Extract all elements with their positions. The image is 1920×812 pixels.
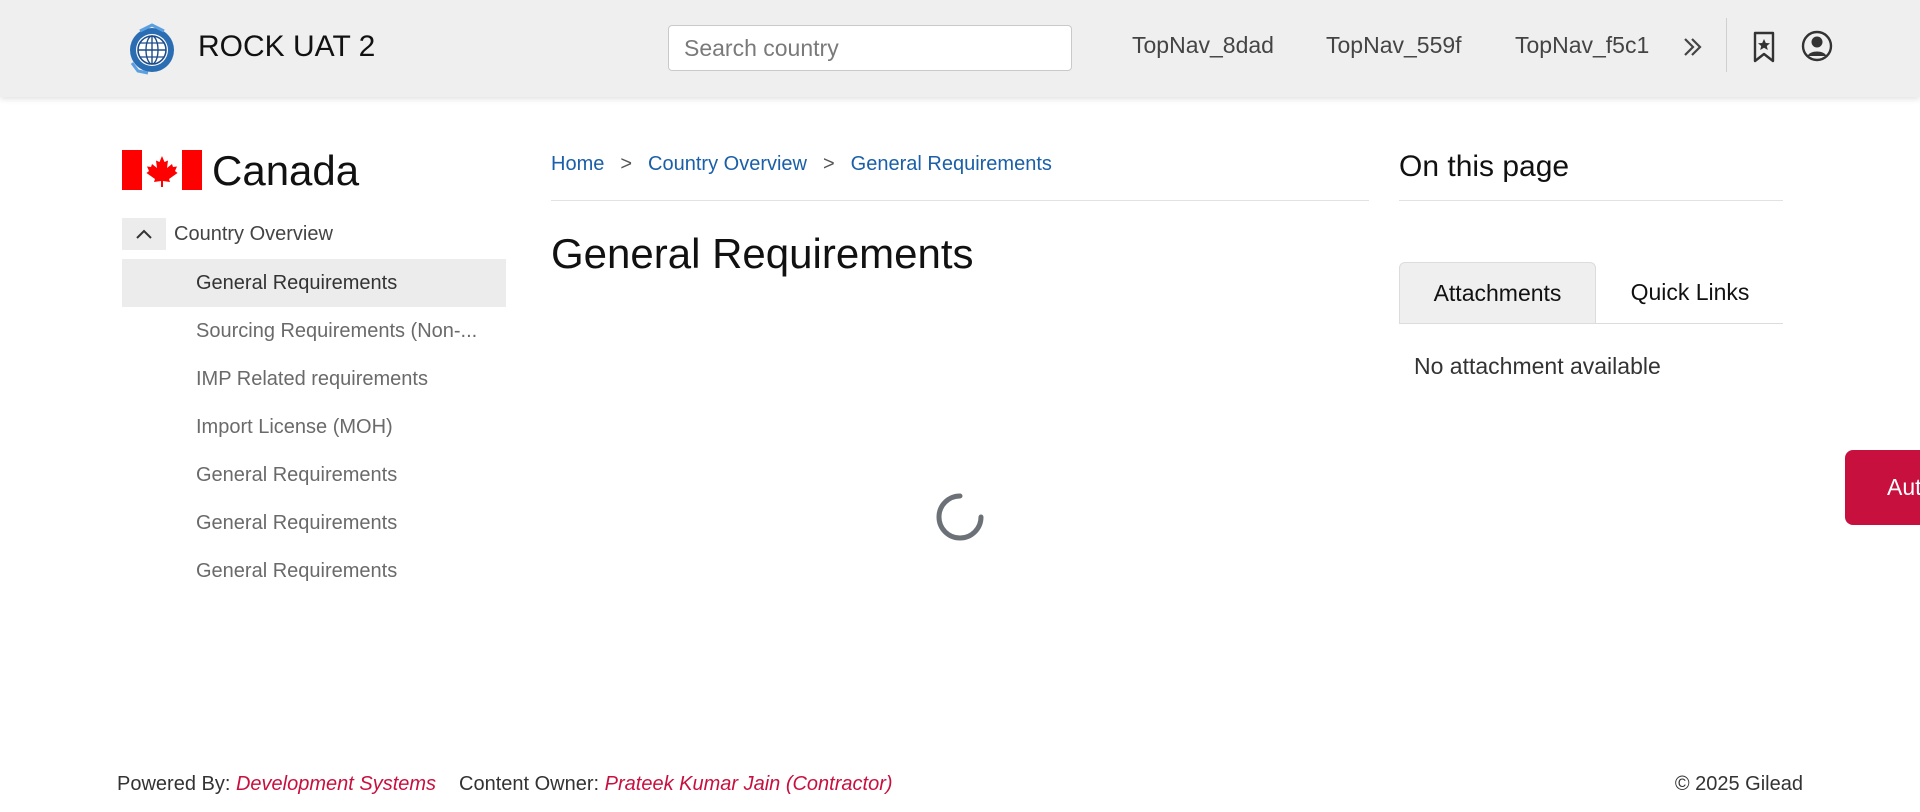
collapse-section-button[interactable] [122, 218, 166, 250]
on-this-page-title: On this page [1399, 150, 1570, 183]
canada-flag-icon [122, 150, 202, 190]
double-chevron-right-icon[interactable] [1681, 31, 1705, 63]
empty-attachments-message: No attachment available [1414, 353, 1661, 379]
loading-spinner-icon [936, 493, 984, 541]
user-profile-icon[interactable] [1801, 30, 1833, 62]
top-navigation-bar: ROCK UAT 2 TopNav_8dad TopNav_559f TopNa… [0, 0, 1920, 97]
tab-attachments[interactable]: Attachments [1399, 262, 1596, 324]
nav-divider [1726, 18, 1727, 72]
sidebar-item-general-requirements[interactable]: General Requirements [122, 259, 506, 307]
sidebar-section-country-overview[interactable]: Country Overview [174, 223, 333, 246]
footer-content-owner: Content Owner: Prateek Kumar Jain (Contr… [459, 773, 893, 796]
page-title: General Requirements [551, 230, 974, 277]
floating-side-tab[interactable]: Aut [1845, 450, 1920, 525]
globe-logo-icon[interactable] [126, 23, 178, 75]
copyright-text: © 2025 Gilead [1674, 773, 1803, 795]
sidebar-item-sourcing-requirements[interactable]: Sourcing Requirements (Non-... [122, 307, 506, 355]
topnav-item-f5c1[interactable]: TopNav_f5c1 [1515, 32, 1649, 59]
footer-powered-by: Powered By: Development Systems [117, 773, 436, 796]
tab-quick-links[interactable]: Quick Links [1600, 262, 1780, 324]
breadcrumb-separator: > [822, 153, 835, 175]
country-title: Canada [212, 147, 360, 194]
powered-by-link[interactable]: Development Systems [236, 773, 436, 795]
sidebar-item-general-requirements-3[interactable]: General Requirements [122, 499, 506, 547]
chevron-up-icon [136, 229, 152, 239]
app-title: ROCK UAT 2 [198, 30, 376, 63]
divider [1399, 200, 1783, 201]
sidebar-item-import-license[interactable]: Import License (MOH) [122, 403, 506, 451]
topnav-item-8dad[interactable]: TopNav_8dad [1132, 32, 1274, 59]
sidebar-item-general-requirements-4[interactable]: General Requirements [122, 547, 506, 595]
country-search-input[interactable] [668, 25, 1072, 71]
breadcrumb-separator: > [620, 153, 633, 175]
content-owner-label: Content Owner: [459, 773, 600, 795]
breadcrumb-country-overview[interactable]: Country Overview [648, 153, 807, 175]
topnav-item-559f[interactable]: TopNav_559f [1326, 32, 1462, 59]
tab-divider [1399, 323, 1783, 324]
content-owner-link[interactable]: Prateek Kumar Jain (Contractor) [605, 773, 893, 795]
divider [551, 200, 1369, 201]
powered-by-label: Powered By: [117, 773, 231, 795]
sidebar-item-general-requirements-2[interactable]: General Requirements [122, 451, 506, 499]
breadcrumb: Home > Country Overview > General Requiremen… [551, 153, 1052, 176]
breadcrumb-home[interactable]: Home [551, 153, 604, 175]
bookmark-star-icon[interactable] [1752, 30, 1776, 64]
breadcrumb-general-requirements[interactable]: General Requirements [851, 153, 1052, 175]
sidebar-item-imp-related-requirements[interactable]: IMP Related requirements [122, 355, 506, 403]
